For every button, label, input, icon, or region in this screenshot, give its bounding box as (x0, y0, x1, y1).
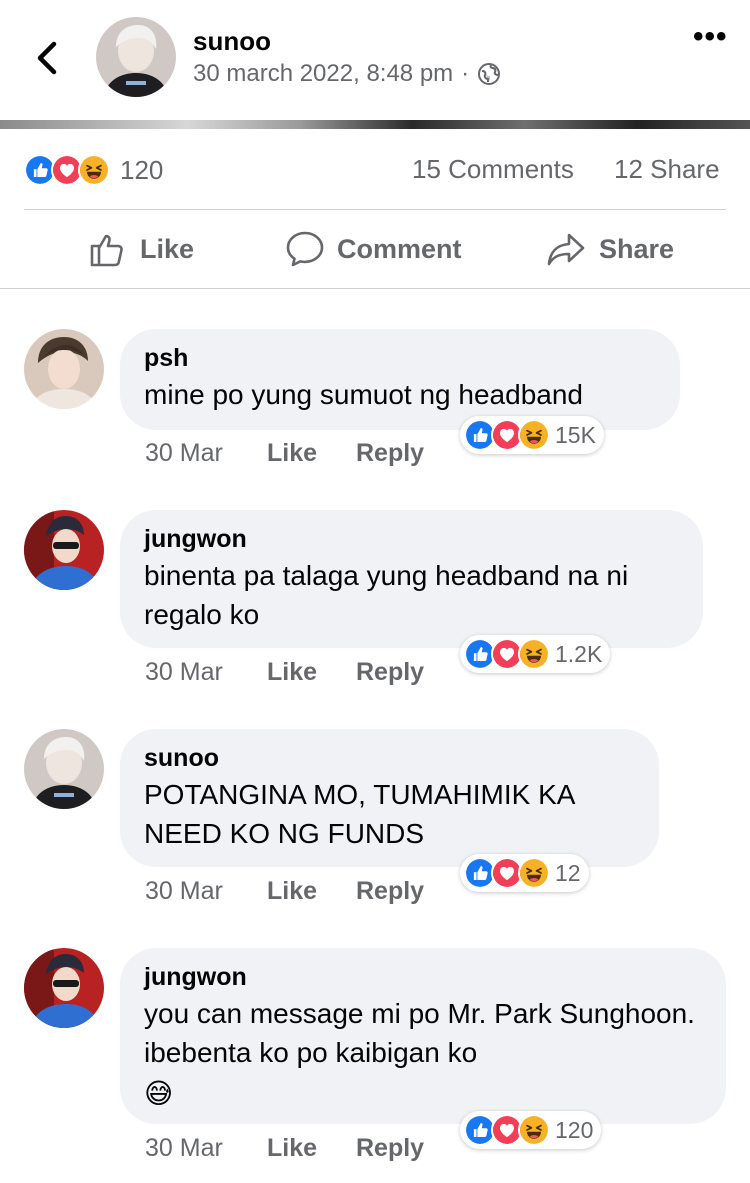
comment-bubble: jungwon binenta pa talaga yung headband … (120, 510, 703, 648)
commenter-avatar[interactable] (24, 329, 104, 409)
comment-reactions[interactable]: 12 (460, 854, 589, 892)
comment-time[interactable]: 30 Mar (145, 439, 267, 468)
comment-actions: 30 Mar Like Reply (145, 439, 424, 468)
comment-reply-link[interactable]: Reply (356, 658, 424, 687)
comment-icon (286, 231, 324, 267)
share-icon (547, 233, 585, 266)
post-meta: 30 march 2022, 8:48 pm · (193, 60, 501, 88)
back-arrow-icon[interactable] (30, 38, 64, 78)
comment-time[interactable]: 30 Mar (145, 1134, 267, 1163)
post-image-edge (0, 120, 750, 129)
comment-reaction-count: 12 (555, 859, 581, 886)
stats-divider (24, 209, 726, 210)
comment-reactions[interactable]: 120 (460, 1111, 602, 1149)
actions-divider (0, 288, 750, 289)
comment-actions: 30 Mar Like Reply (145, 877, 424, 906)
thumbs-up-icon (90, 234, 123, 267)
comment-reply-link[interactable]: Reply (356, 877, 424, 906)
comment-reaction-count: 15K (555, 421, 596, 448)
author-avatar[interactable] (96, 17, 176, 97)
comment-text: POTANGINA MO, TUMAHIMIK KA NEED KO NG FU… (144, 779, 574, 849)
commenter-name[interactable]: jungwon (144, 962, 702, 992)
comment-bubble: jungwon you can message mi po Mr. Park S… (120, 948, 726, 1124)
comment-actions: 30 Mar Like Reply (145, 658, 424, 687)
comment-like-link[interactable]: Like (267, 658, 356, 687)
comment-text: binenta pa talaga yung headband na ni re… (144, 560, 629, 630)
commenter-name[interactable]: jungwon (144, 524, 679, 554)
haha-reaction-icon (78, 154, 110, 186)
more-options-button[interactable]: ••• (693, 22, 728, 52)
like-button[interactable]: Like (88, 226, 194, 272)
sweat-smile-emoji: 😅 (144, 1078, 174, 1109)
comment-reactions[interactable]: 1.2K (460, 635, 611, 673)
post-header: sunoo 30 march 2022, 8:48 pm · ••• (0, 0, 750, 120)
haha-reaction-icon (518, 638, 550, 670)
commenter-name[interactable]: sunoo (144, 743, 635, 773)
comment-reaction-count: 1.2K (555, 640, 603, 667)
comment-reply-link[interactable]: Reply (356, 439, 424, 468)
comment-reactions[interactable]: 15K (460, 416, 604, 454)
comment-text: mine po yung sumuot ng headband (144, 379, 583, 410)
commenter-name[interactable]: psh (144, 343, 656, 373)
shares-count[interactable]: 12 Share (614, 154, 720, 185)
share-button[interactable]: Share (545, 226, 674, 272)
commenter-avatar[interactable] (24, 948, 104, 1028)
comment-like-link[interactable]: Like (267, 439, 356, 468)
comment-like-link[interactable]: Like (267, 877, 356, 906)
meta-separator: · (461, 60, 470, 87)
share-label: Share (599, 233, 675, 264)
post-timestamp[interactable]: 30 march 2022, 8:48 pm (193, 60, 453, 88)
comment-time[interactable]: 30 Mar (145, 877, 267, 906)
comment-like-link[interactable]: Like (267, 1134, 356, 1163)
commenter-avatar[interactable] (24, 729, 104, 809)
haha-reaction-icon (518, 1114, 550, 1146)
like-label: Like (140, 233, 195, 264)
comment-actions: 30 Mar Like Reply (145, 1134, 424, 1163)
comment-text: you can message mi po Mr. Park Sunghoon.… (144, 998, 695, 1068)
haha-reaction-icon (518, 857, 550, 889)
comment-reaction-count: 120 (555, 1116, 594, 1143)
globe-icon (478, 63, 501, 85)
commenter-avatar[interactable] (24, 510, 104, 590)
post-author-name[interactable]: sunoo (193, 26, 271, 57)
haha-reaction-icon (518, 419, 550, 451)
comment-bubble: sunoo POTANGINA MO, TUMAHIMIK KA NEED KO… (120, 729, 659, 867)
comment-button[interactable]: Comment (285, 226, 462, 272)
comment-label: Comment (337, 233, 462, 264)
reaction-summary[interactable]: 120 (24, 154, 163, 186)
comment-reply-link[interactable]: Reply (356, 1134, 424, 1163)
reaction-count: 120 (120, 154, 164, 185)
comment-time[interactable]: 30 Mar (145, 658, 267, 687)
comment-bubble: psh mine po yung sumuot ng headband (120, 329, 680, 430)
comments-count[interactable]: 15 Comments (412, 154, 574, 185)
